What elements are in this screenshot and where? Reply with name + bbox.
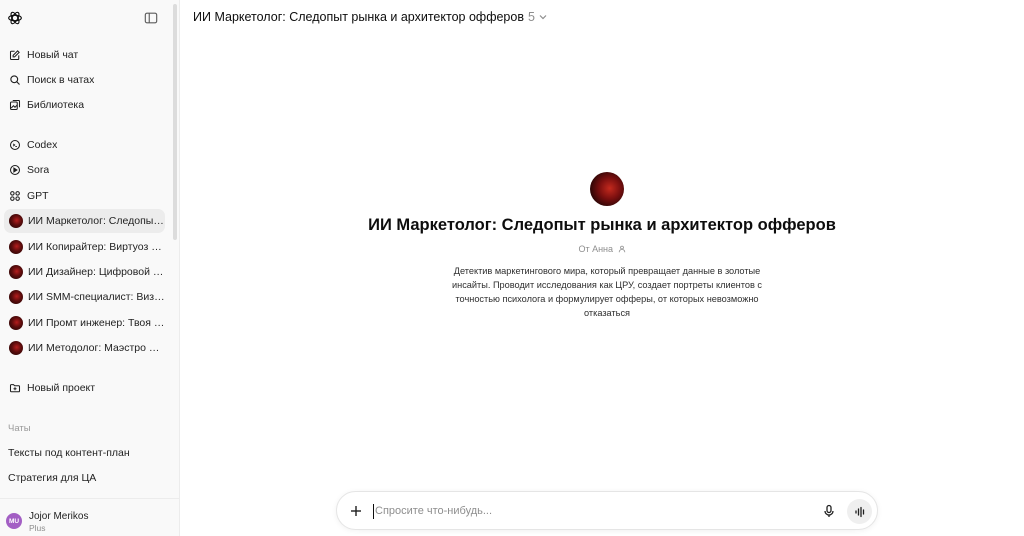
sidebar-item-library[interactable]: Библиотека — [4, 93, 165, 117]
voice-mode-button[interactable] — [847, 499, 872, 524]
prompt-input[interactable] — [375, 500, 775, 522]
person-icon — [618, 245, 625, 253]
sidebar-gpt-prompt-engineer[interactable]: ИИ Промт инженер: Твоя правая рука — [4, 311, 165, 335]
chats-section-title: Чаты — [8, 423, 31, 434]
chat-item[interactable]: Стратегия для ЦА — [8, 472, 96, 484]
sidebar-item-label: GPT — [27, 190, 49, 202]
sidebar-item-label: ИИ Маркетолог: Следопыт рынка и архитект… — [28, 215, 165, 227]
microphone-icon[interactable] — [822, 504, 836, 518]
edit-icon — [9, 49, 21, 61]
sora-icon — [9, 164, 21, 176]
header-title: ИИ Маркетолог: Следопыт рынка и архитект… — [193, 10, 524, 24]
user-plan: Plus — [29, 523, 46, 533]
chat-item[interactable]: Тексты под контент-план — [8, 447, 130, 459]
sidebar-gpt-marketolog[interactable]: ИИ Маркетолог: Следопыт рынка и архитект… — [4, 209, 165, 233]
sidebar-item-label: Codex — [27, 139, 58, 151]
sidebar-item-label: ИИ Дизайнер: Цифровой художник — [28, 266, 165, 278]
sidebar-top — [0, 0, 179, 36]
sidebar-item-new-project[interactable]: Новый проект — [4, 376, 165, 400]
gpt-profile-avatar — [590, 172, 624, 206]
sidebar-item-label: ИИ Копирайтер: Виртуоз слова — [28, 241, 165, 253]
openai-logo-icon[interactable] — [7, 10, 23, 26]
sidebar-item-label: Новый проект — [27, 382, 96, 394]
sidebar-item-label: Поиск в чатах — [27, 74, 95, 86]
gpt-avatar — [9, 290, 23, 304]
sidebar-item-codex[interactable]: Codex — [4, 133, 165, 157]
gpt-avatar — [9, 240, 23, 254]
model-selector[interactable]: ИИ Маркетолог: Следопыт рынка и архитект… — [193, 10, 548, 24]
plus-icon[interactable] — [349, 504, 363, 518]
gpt-avatar — [9, 316, 23, 330]
sidebar-gpt-copywriter[interactable]: ИИ Копирайтер: Виртуоз слова — [4, 235, 165, 259]
user-name: Jojor Merikos — [29, 511, 89, 522]
sidebar-item-gpt[interactable]: GPT — [4, 184, 165, 208]
sidebar-item-label: Библиотека — [27, 99, 85, 111]
text-caret — [373, 504, 374, 519]
sidebar-gpt-methodologist[interactable]: ИИ Методолог: Маэстро обучения — [4, 336, 165, 360]
codex-icon — [9, 139, 21, 151]
folder-plus-icon — [9, 382, 21, 394]
user-menu[interactable]: MU Jojor Merikos Plus — [0, 498, 179, 536]
gpt-title: ИИ Маркетолог: Следопыт рынка и архитект… — [368, 216, 836, 234]
main-area: ИИ Маркетолог: Следопыт рынка и архитект… — [180, 0, 1024, 536]
sidebar-item-label: Sora — [27, 164, 50, 176]
sidebar-gpt-smm[interactable]: ИИ SMM-специалист: Визионер — [4, 285, 165, 309]
gpt-description: Детектив маркетингового мира, который пр… — [451, 266, 762, 318]
sidebar-toggle-icon[interactable] — [144, 11, 158, 25]
waveform-icon — [854, 506, 864, 517]
gpt-author-text: От Анна — [578, 244, 614, 254]
sidebar-item-label: ИИ Методолог: Маэстро обучения — [28, 342, 165, 354]
gpt-avatar — [9, 265, 23, 279]
gpt-avatar — [9, 214, 23, 228]
gpt-avatar — [9, 341, 23, 355]
sidebar-item-label: ИИ SMM-специалист: Визионер — [28, 291, 165, 303]
sidebar-scrollbar[interactable] — [173, 4, 177, 240]
sidebar-item-search[interactable]: Поиск в чатах — [4, 68, 165, 92]
composer — [336, 491, 878, 530]
sidebar: Новый чат Поиск в чатах Библиотека Codex… — [0, 0, 180, 536]
sidebar-item-label: Новый чат — [27, 49, 79, 61]
sidebar-item-label: ИИ Промт инженер: Твоя правая рука — [28, 317, 165, 329]
library-icon — [9, 99, 21, 111]
user-avatar: MU — [6, 513, 22, 529]
gpt-author: От Анна — [180, 244, 1024, 254]
sidebar-item-sora[interactable]: Sora — [4, 158, 165, 182]
sidebar-gpt-designer[interactable]: ИИ Дизайнер: Цифровой художник — [4, 260, 165, 284]
chevron-down-icon — [539, 15, 547, 20]
gpt-grid-icon — [9, 190, 21, 202]
header-version: 5 — [527, 10, 535, 24]
search-icon — [9, 74, 21, 86]
sidebar-item-new-chat[interactable]: Новый чат — [4, 43, 165, 67]
